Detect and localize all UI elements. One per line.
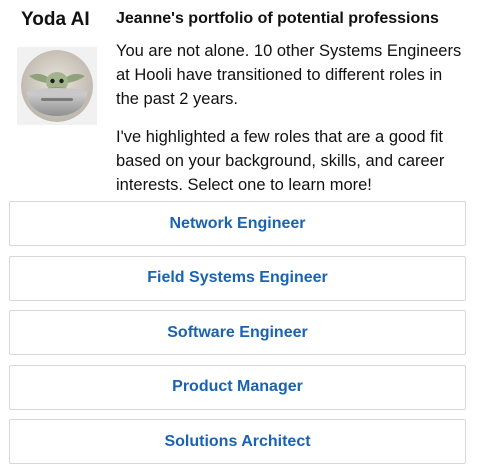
- bot-name: Yoda AI: [21, 9, 90, 30]
- baby-yoda-avatar-icon: [21, 50, 93, 122]
- option-solutions-architect[interactable]: Solutions Architect: [9, 419, 466, 464]
- message-content: Jeanne's portfolio of potential professi…: [116, 9, 466, 197]
- option-field-systems-engineer[interactable]: Field Systems Engineer: [9, 255, 466, 301]
- message-paragraph-2: I've highlighted a few roles that are a …: [116, 128, 445, 194]
- role-options-list: Network Engineer Field Systems Engineer …: [9, 201, 466, 474]
- message-title: Jeanne's portfolio of potential professi…: [116, 10, 439, 27]
- avatar-frame: [17, 47, 97, 125]
- option-product-manager[interactable]: Product Manager: [9, 364, 466, 410]
- message-paragraph-1: You are not alone. 10 other Systems Engi…: [116, 42, 462, 108]
- option-network-engineer[interactable]: Network Engineer: [9, 201, 466, 246]
- option-software-engineer[interactable]: Software Engineer: [9, 310, 466, 355]
